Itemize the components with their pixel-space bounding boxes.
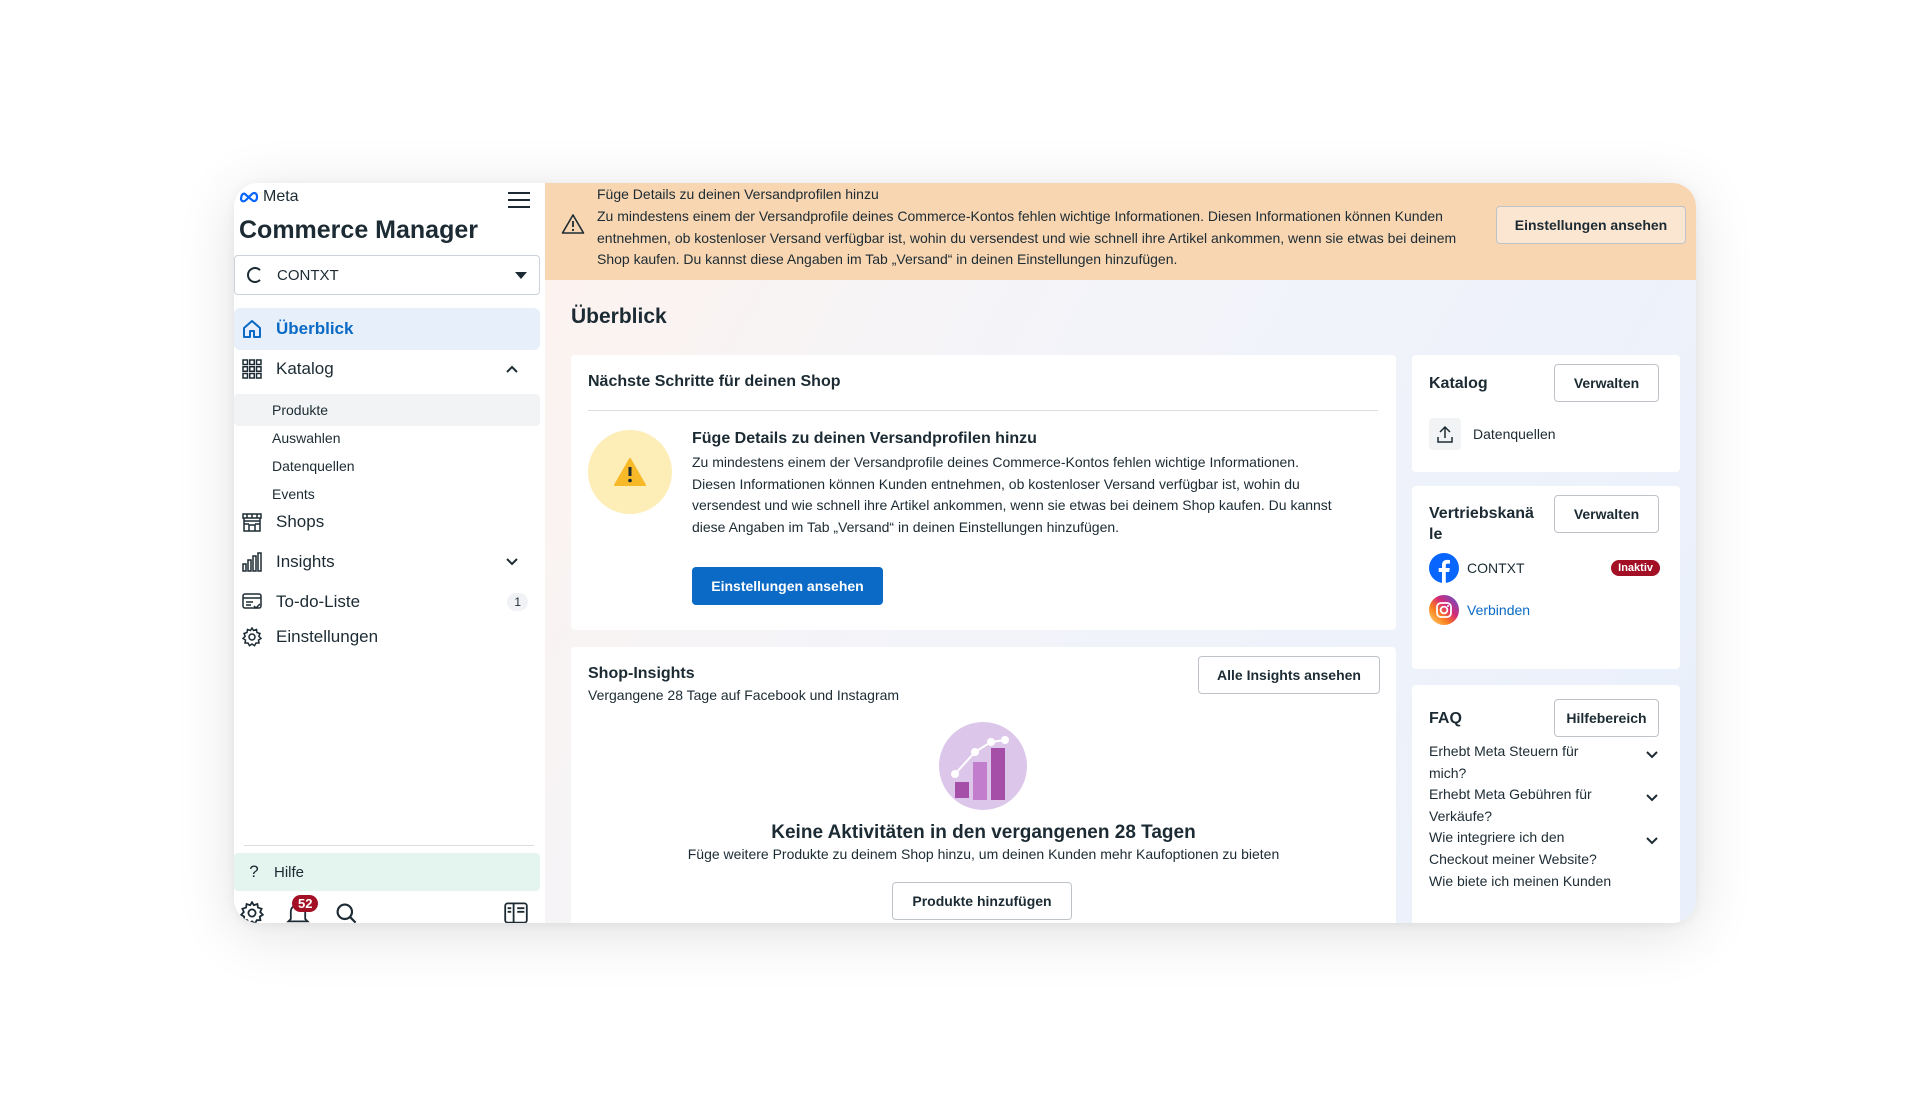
- banner-title: Füge Details zu deinen Versandprofilen h…: [597, 186, 879, 202]
- facebook-icon: [1429, 553, 1459, 583]
- shop-icon: [240, 510, 264, 534]
- chevron-down-icon: [1646, 751, 1658, 759]
- sidebar-item-settings[interactable]: Einstellungen: [234, 616, 540, 658]
- sales-channels-title-line1: Vertriebskanä: [1429, 505, 1534, 522]
- chevron-down-icon: [1646, 794, 1658, 802]
- commerce-manager-window: Meta Commerce Manager CONTXT Überblick K…: [234, 183, 1696, 923]
- card-divider: [588, 410, 1378, 411]
- faq-item[interactable]: Erhebt Meta Gebühren für Verkäufe?: [1429, 784, 1660, 827]
- warning-illustration: [588, 430, 672, 514]
- empty-state-title: Keine Aktivitäten in den vergangenen 28 …: [771, 822, 1196, 843]
- sidebar-item-label: Überblick: [276, 319, 354, 338]
- menu-toggle-button[interactable]: [504, 187, 534, 213]
- account-name: CONTXT: [277, 266, 339, 284]
- sidebar-divider: [244, 845, 534, 846]
- sidebar-item-label: Shops: [276, 512, 325, 531]
- gear-icon: [240, 625, 264, 649]
- sales-channels-title-line2: le: [1429, 526, 1443, 543]
- settings-gear-icon[interactable]: [240, 901, 264, 923]
- chevron-up-icon: [506, 365, 518, 373]
- sales-channels-card: Vertriebskanä le Verwalten CONTXT Inakti…: [1412, 486, 1680, 669]
- upload-icon: [1429, 418, 1461, 450]
- next-steps-title: Nächste Schritte für deinen Shop: [588, 373, 841, 390]
- faq-item[interactable]: Wie biete ich meinen Kunden: [1429, 871, 1660, 893]
- faq-question: Erhebt Meta Gebühren für Verkäufe?: [1429, 786, 1592, 824]
- chevron-down-icon: [506, 558, 518, 566]
- notification-count-badge: 52: [292, 895, 319, 912]
- warning-triangle-icon: [614, 458, 646, 486]
- question-icon: ?: [249, 862, 259, 881]
- sidebar-item-label: Insights: [276, 552, 335, 571]
- facebook-channel-row[interactable]: CONTXT Inaktiv: [1429, 553, 1660, 583]
- instagram-icon: [1429, 595, 1459, 625]
- sidebar-item-catalog[interactable]: Katalog: [234, 348, 540, 390]
- analytics-illustration-icon: [939, 722, 1027, 810]
- catalog-card: Katalog Verwalten Datenquellen: [1412, 355, 1680, 472]
- help-button[interactable]: ? Hilfe: [234, 853, 540, 891]
- sidebar-bottom-toolbar: 52: [234, 895, 540, 923]
- instagram-connect-link[interactable]: Verbinden: [1467, 602, 1530, 618]
- channels-manage-button[interactable]: Verwalten: [1554, 495, 1659, 533]
- sidebar-item-label: Katalog: [276, 359, 334, 378]
- meta-infinity-icon: [239, 191, 259, 203]
- banner-view-settings-button[interactable]: Einstellungen ansehen: [1496, 206, 1686, 244]
- search-icon[interactable]: [334, 901, 358, 923]
- step-description: Zu mindestens einem der Versandprofile d…: [692, 454, 1332, 535]
- shop-insights-card: Shop-Insights Vergangene 28 Tage auf Fac…: [571, 647, 1396, 923]
- sidebar-item-label: To-do-Liste: [276, 592, 361, 611]
- instagram-channel-row[interactable]: Verbinden: [1429, 595, 1660, 625]
- faq-question: Wie integriere ich den Checkout meiner W…: [1429, 829, 1597, 867]
- shop-insights-title: Shop-Insights: [588, 665, 695, 682]
- warning-icon: [561, 214, 585, 234]
- sidebar-item-overview[interactable]: Überblick: [234, 308, 540, 350]
- meta-logo[interactable]: Meta: [239, 188, 299, 206]
- faq-item[interactable]: Wie integriere ich den Checkout meiner W…: [1429, 827, 1660, 870]
- main-content: Füge Details zu deinen Versandprofilen h…: [545, 183, 1696, 923]
- panel-toggle-icon[interactable]: [504, 901, 528, 923]
- meta-brand-text: Meta: [263, 188, 299, 205]
- account-selector[interactable]: CONTXT: [234, 255, 540, 295]
- sidebar-item-label: Einstellungen: [276, 627, 379, 646]
- help-center-button[interactable]: Hilfebereich: [1554, 699, 1659, 737]
- sidebar: Meta Commerce Manager CONTXT Überblick K…: [234, 183, 546, 923]
- grid-icon: [240, 357, 264, 381]
- loading-icon: [247, 267, 263, 283]
- shipping-warning-banner: Füge Details zu deinen Versandprofilen h…: [545, 183, 1696, 280]
- view-settings-button[interactable]: Einstellungen ansehen: [692, 567, 883, 605]
- faq-title: FAQ: [1429, 710, 1462, 727]
- data-sources-label: Datenquellen: [1473, 426, 1556, 442]
- faq-card: FAQ Hilfebereich Erhebt Meta Steuern für…: [1412, 685, 1680, 923]
- banner-text: Zu mindestens einem der Versandprofile d…: [597, 208, 1457, 267]
- sidebar-item-insights[interactable]: Insights: [234, 541, 540, 583]
- empty-state-text: Füge weitere Produkte zu deinem Shop hin…: [687, 846, 1280, 862]
- bar-chart-icon: [240, 550, 264, 574]
- sidebar-item-shops[interactable]: Shops: [234, 501, 540, 543]
- app-title: Commerce Manager: [239, 216, 478, 244]
- shop-insights-subtitle: Vergangene 28 Tage auf Facebook und Inst…: [588, 687, 900, 703]
- step-title: Füge Details zu deinen Versandprofilen h…: [692, 430, 1037, 447]
- home-icon: [240, 317, 264, 341]
- next-steps-card: Nächste Schritte für deinen Shop Füge De…: [571, 355, 1396, 630]
- sales-channels-title: Vertriebskanä le: [1429, 503, 1534, 545]
- facebook-channel-name: CONTXT: [1467, 560, 1525, 576]
- data-sources-link[interactable]: Datenquellen: [1429, 418, 1556, 450]
- help-label: Hilfe: [274, 863, 305, 881]
- inactive-status-badge: Inaktiv: [1611, 560, 1660, 576]
- caret-down-icon: [515, 271, 527, 279]
- page-title: Überblick: [571, 305, 667, 328]
- faq-question: Erhebt Meta Steuern für mich?: [1429, 743, 1579, 781]
- catalog-card-title: Katalog: [1429, 375, 1488, 392]
- todo-count-badge: 1: [507, 593, 528, 611]
- chevron-down-icon: [1646, 837, 1658, 845]
- checklist-icon: [240, 590, 264, 614]
- faq-item[interactable]: Erhebt Meta Steuern für mich?: [1429, 741, 1660, 784]
- catalog-manage-button[interactable]: Verwalten: [1554, 364, 1659, 402]
- faq-question: Wie biete ich meinen Kunden: [1429, 873, 1612, 889]
- add-products-button[interactable]: Produkte hinzufügen: [892, 882, 1072, 920]
- all-insights-button[interactable]: Alle Insights ansehen: [1198, 656, 1380, 694]
